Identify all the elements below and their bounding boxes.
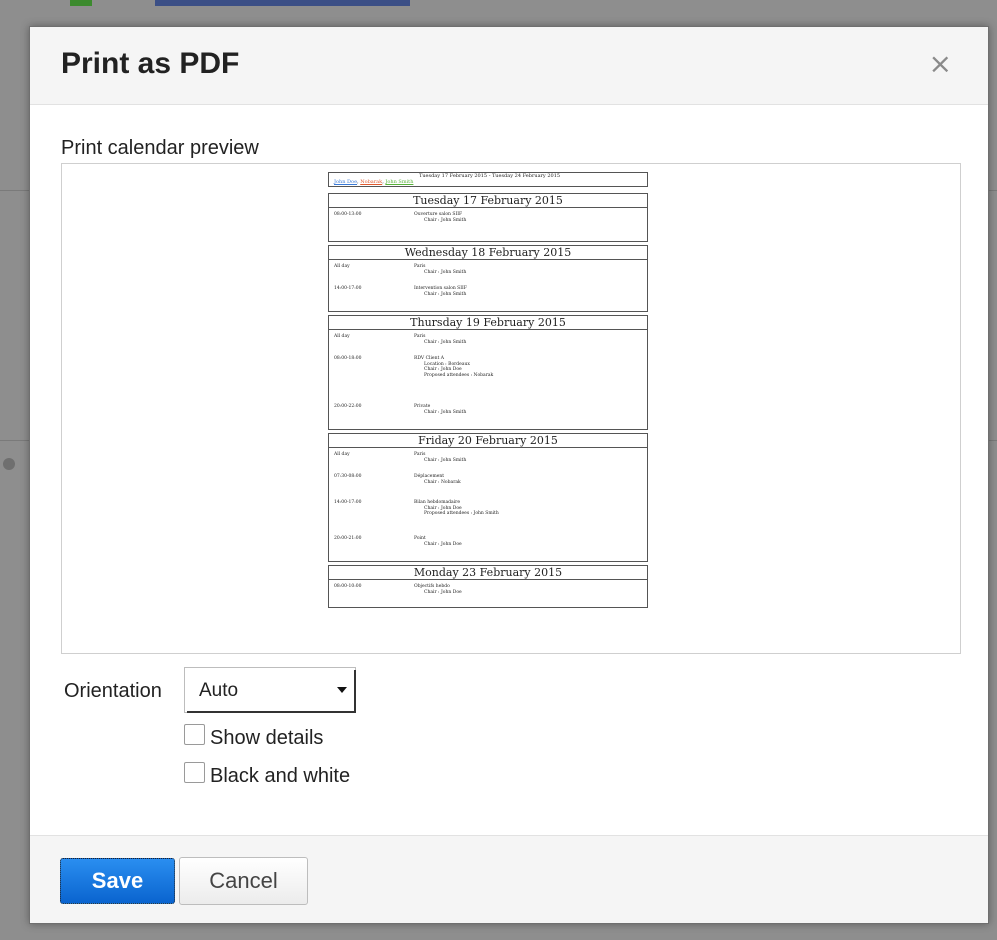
preview-day-spacer [329, 238, 647, 241]
preview-event-time: 08:00-13:00 [334, 212, 362, 217]
select-shadow [187, 711, 356, 713]
preview-day: Tuesday 17 February 2015 08:00-13:00 Ouver… [328, 193, 648, 242]
black-white-label: Black and white [210, 765, 351, 787]
preview-event-line: Proposed attendees : John Smith [424, 511, 499, 516]
preview-event-detail: Private Chair : John Smith [414, 404, 466, 415]
preview-day-title: Wednesday 18 February 2015 [329, 246, 647, 260]
preview-event-time: 14:00-17:00 [334, 286, 362, 291]
preview-page-header: Tuesday 17 February 2015 - Tuesday 24 Fe… [328, 172, 648, 187]
preview-event-line: Chair : John Smith [424, 457, 467, 463]
preview-event-time: All day [334, 452, 350, 457]
preview-day-spacer [329, 308, 647, 311]
person-label: Nobarak [360, 179, 383, 185]
preview-event: All day Paris Chair : John Smith [329, 334, 647, 352]
preview-event-line: Proposed attendees : Nobarak [424, 372, 494, 378]
black-white-checkbox[interactable] [184, 762, 205, 783]
preview-page: Tuesday 17 February 2015 - Tuesday 24 Fe… [328, 172, 648, 611]
preview-event-line: Chair : John Doe [424, 541, 462, 547]
close-icon[interactable]: × [929, 47, 952, 80]
preview-day-title: Monday 23 February 2015 [329, 566, 647, 580]
dialog-title: Print as PDF [61, 47, 240, 80]
preview-event-line: Chair : John Doe [424, 589, 462, 595]
preview-day-spacer [329, 426, 647, 429]
preview-event-line: Intervention salon SIIF [414, 286, 467, 291]
preview-day-spacer [329, 558, 647, 561]
preview-event-detail: Paris Chair : John Smith [414, 452, 466, 463]
preview-day-title: Thursday 19 February 2015 [329, 316, 647, 330]
person-label: John Smith [385, 179, 414, 185]
preview-people: John Doe, Nobarak, John Smith [334, 179, 414, 185]
preview-event-time: All day [334, 334, 350, 339]
preview-event-detail: Bilan hebdomadaire Chair : John Doe Propos… [414, 500, 499, 517]
preview-days: Tuesday 17 February 2015 08:00-13:00 Ouver… [328, 193, 648, 608]
background-header-bar [155, 0, 410, 6]
preview-event-time: 20:00-21:00 [334, 536, 362, 541]
preview-event: All day Paris Chair : John Smith [329, 452, 647, 470]
preview-event: 20:00-21:00 Point Chair : John Doe [329, 536, 647, 558]
preview-event-detail: RDV Client A Location : Bordeaux Chair : J… [414, 356, 493, 378]
preview-event: 08:00-13:00 Ouverture salon SIIF Chair : J… [329, 212, 647, 238]
orientation-label: Orientation [64, 680, 162, 702]
preview-event-line: Chair : John Smith [424, 291, 467, 297]
orientation-value: Auto [199, 680, 239, 701]
preview-event-time: 08:00-10:00 [334, 584, 362, 589]
preview-event: All day Paris Chair : John Smith [329, 264, 647, 282]
preview-day-title: Tuesday 17 February 2015 [329, 194, 647, 208]
preview-event-line: Chair : John Smith [424, 217, 467, 223]
preview-event-detail: Point Chair : John Doe [414, 536, 462, 547]
preview-event: 08:00-18:00 RDV Client A Location : Bordea… [329, 356, 647, 400]
preview-event-line: Chair : John Smith [424, 339, 467, 345]
preview-event-detail: Déplacement Chair : Nobarak [414, 474, 461, 485]
preview-event: 08:00-10:00 Objectifs hebdo Chair : John D… [329, 584, 647, 604]
preview-event-line: Chair : John Smith [424, 269, 467, 275]
show-details-checkbox[interactable] [184, 724, 205, 745]
preview-date-range: Tuesday 17 February 2015 - Tuesday 24 Fe… [419, 173, 561, 179]
show-details-label: Show details [210, 727, 324, 749]
print-preview: Tuesday 17 February 2015 - Tuesday 24 Fe… [61, 163, 961, 654]
preview-event-detail: Objectifs hebdo Chair : John Doe [414, 584, 462, 595]
preview-event-time: 07:30-08:00 [334, 474, 362, 479]
preview-event-detail: Ouverture salon SIIF Chair : John Smith [414, 212, 466, 223]
dialog-header: Print as PDF × [30, 27, 988, 105]
preview-event-time: 14:00-17:00 [334, 500, 362, 505]
cancel-button[interactable]: Cancel [179, 857, 308, 905]
dialog-footer: Save Cancel [30, 835, 988, 923]
preview-day-title: Friday 20 February 2015 [329, 434, 647, 448]
preview-event-time: All day [334, 264, 350, 269]
preview-event-line: Ouverture salon SIIF [414, 212, 463, 217]
preview-event-time: 20:00-22:00 [334, 404, 362, 409]
preview-event: 14:00-17:00 Bilan hebdomadaire Chair : Joh… [329, 500, 647, 532]
preview-event-time: 08:00-18:00 [334, 356, 362, 361]
preview-event-line: Chair : Nobarak [424, 479, 461, 485]
preview-event: 07:30-08:00 Déplacement Chair : Nobarak [329, 474, 647, 496]
preview-event-detail: Paris Chair : John Smith [414, 334, 466, 345]
preview-label: Print calendar preview [61, 137, 259, 159]
background-icon [70, 0, 92, 6]
gear-icon [3, 458, 15, 470]
preview-event-detail: Paris Chair : John Smith [414, 264, 466, 275]
print-pdf-dialog: Print as PDF × Print calendar preview Tu… [29, 26, 989, 924]
preview-day: Friday 20 February 2015 All day Paris Chair… [328, 433, 648, 562]
chevron-down-icon [337, 687, 347, 693]
person-label: John Doe [334, 179, 358, 185]
preview-event-line: Chair : John Smith [424, 409, 467, 415]
preview-event: 14:00-17:00 Intervention salon SIIF Chair … [329, 286, 647, 308]
save-button[interactable]: Save [60, 858, 175, 904]
select-shadow [354, 670, 356, 713]
preview-day: Thursday 19 February 2015 All day Paris Cha… [328, 315, 648, 430]
preview-event: 20:00-22:00 Private Chair : John Smith [329, 404, 647, 426]
preview-day: Wednesday 18 February 2015 All day Paris Ch… [328, 245, 648, 312]
orientation-select[interactable]: Auto [184, 667, 356, 713]
preview-event-detail: Intervention salon SIIF Chair : John Smit… [414, 286, 467, 297]
preview-day-spacer [329, 604, 647, 607]
preview-day: Monday 23 February 2015 08:00-10:00 Object… [328, 565, 648, 608]
